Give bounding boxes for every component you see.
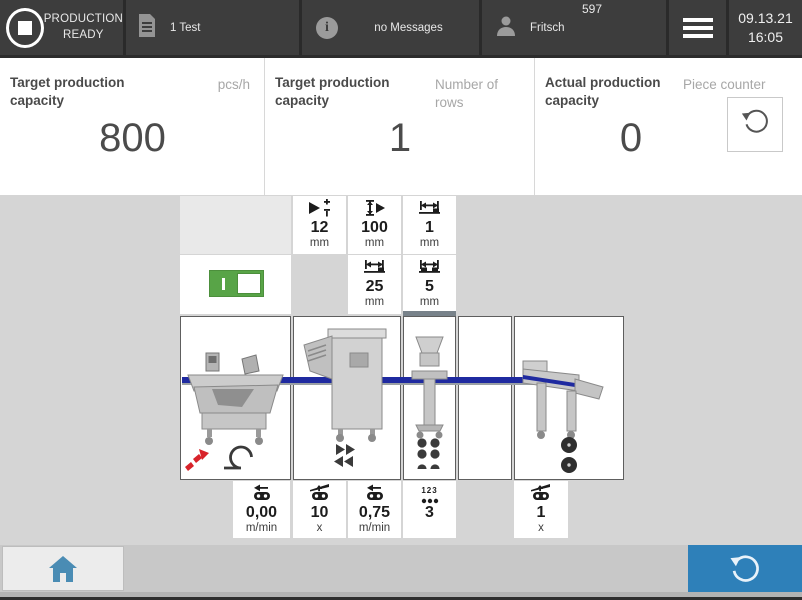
- menu-button[interactable]: [669, 0, 729, 55]
- param-value: 100: [348, 219, 401, 237]
- info-icon: i: [316, 17, 338, 39]
- target-rows-title: Target production capacity: [275, 74, 425, 109]
- param-value: 5: [403, 278, 456, 296]
- param-value: 1: [514, 504, 568, 522]
- transfer-marker-red-icon: [184, 447, 210, 477]
- belt-ramp-icon: [293, 484, 346, 504]
- param-unit: m/min: [233, 522, 290, 535]
- messages-section[interactable]: i no Messages: [302, 0, 482, 55]
- piece-counter-reset-button[interactable]: [727, 97, 783, 152]
- piece-counter-label: Piece counter: [683, 76, 766, 94]
- stop-icon: [18, 21, 32, 35]
- param-value: 25: [348, 278, 401, 296]
- stop-button[interactable]: [6, 8, 44, 48]
- param-unit: mm: [403, 296, 456, 309]
- distance-icon: [348, 199, 401, 219]
- param-row-count[interactable]: 123 3: [403, 481, 456, 538]
- param-value: 1: [403, 219, 456, 237]
- param-width-2[interactable]: 25 mm: [348, 255, 401, 314]
- station-enable-cell: [180, 255, 291, 314]
- belt-ramp-icon: [514, 484, 568, 504]
- width-icon: [403, 199, 456, 219]
- production-status: PRODUCTION READY: [44, 12, 123, 43]
- hmi-screen: PRODUCTION READY 1 Test i no Messages 59…: [0, 0, 802, 600]
- date-label: 09.13.21: [738, 9, 793, 28]
- toggle-knob: [237, 273, 261, 294]
- dough-thickness-icon: [293, 199, 346, 219]
- station-on-toggle[interactable]: [209, 270, 264, 297]
- param-distance[interactable]: 100 mm: [348, 196, 401, 254]
- target-capacity-unit: pcs/h: [218, 76, 250, 94]
- row-count-icon: 123: [403, 484, 456, 504]
- user-icon: [494, 14, 518, 41]
- target-rows-panel: Target production capacity Number of row…: [265, 58, 535, 195]
- param-value: 12: [293, 219, 346, 237]
- param-unit: mm: [293, 237, 346, 250]
- target-capacity-value[interactable]: 800: [0, 110, 265, 166]
- kpi-row: Target production capacity pcs/h 800 Tar…: [0, 58, 802, 195]
- actual-capacity-panel: Actual production capacity Piece counter…: [535, 58, 802, 195]
- recipe-section[interactable]: 1 Test: [126, 0, 302, 55]
- rollers-station-icon: [558, 436, 580, 476]
- moulder-machine-image: [182, 317, 289, 457]
- param-dough-thickness[interactable]: 12 mm: [293, 196, 346, 254]
- reset-counter-icon: [738, 105, 772, 144]
- messages-label: no Messages: [338, 22, 479, 34]
- param-width-3[interactable]: 5 mm: [403, 255, 456, 314]
- param-belt-speed-2[interactable]: 0,75 m/min: [348, 481, 401, 538]
- rounder-machine-image: [404, 317, 455, 457]
- target-capacity-panel: Target production capacity pcs/h 800: [0, 58, 265, 195]
- refresh-icon: [725, 549, 765, 589]
- param-unit: m/min: [348, 522, 401, 535]
- param-value: 0,75: [348, 504, 401, 522]
- param-value: 3: [403, 504, 456, 522]
- station-panel-empty[interactable]: [458, 316, 512, 480]
- home-button[interactable]: [2, 546, 124, 591]
- param-width-1[interactable]: 1 mm: [403, 196, 456, 254]
- user-section[interactable]: 597 Fritsch: [482, 0, 669, 55]
- param-value: 0,00: [233, 504, 290, 522]
- param-belt-speed-1[interactable]: 0,00 m/min: [233, 481, 290, 538]
- actual-capacity-title: Actual production capacity: [545, 74, 695, 109]
- param-value: 10: [293, 504, 346, 522]
- belt-speed-icon: [233, 484, 290, 504]
- rows-station-icon: [415, 438, 445, 472]
- target-rows-unit: Number of rows: [435, 76, 513, 111]
- belt-speed-icon: [348, 484, 401, 504]
- footer-bar: [0, 545, 802, 592]
- target-capacity-title: Target production capacity: [10, 74, 160, 109]
- param-unit: mm: [348, 296, 401, 309]
- status-line2: READY: [44, 28, 123, 44]
- param-unit: mm: [348, 237, 401, 250]
- cutter-station-icon: [332, 443, 366, 469]
- user-name: Fritsch: [530, 22, 565, 34]
- top-bar: PRODUCTION READY 1 Test i no Messages 59…: [0, 0, 802, 58]
- bottom-edge-strip: [0, 592, 802, 600]
- param-unit: mm: [403, 237, 456, 250]
- recipe-label: 1 Test: [170, 22, 200, 34]
- param-unit: x: [514, 522, 568, 535]
- machine-status-section: PRODUCTION READY: [0, 0, 126, 55]
- target-rows-value[interactable]: 1: [265, 110, 535, 166]
- hamburger-icon: [683, 14, 713, 42]
- datetime-display: 09.13.21 16:05: [729, 0, 802, 55]
- cutter-machine-image: [294, 317, 400, 457]
- param-belt-factor-1[interactable]: 10 x: [293, 481, 346, 538]
- param-unit: x: [293, 522, 346, 535]
- curl-station-icon: [220, 437, 260, 475]
- status-line1: PRODUCTION: [44, 12, 123, 28]
- spacer-block: [180, 196, 291, 254]
- document-icon: [136, 13, 158, 42]
- row-count-icon-label: 123: [403, 484, 456, 495]
- refresh-button[interactable]: [688, 545, 802, 592]
- param-belt-factor-2[interactable]: 1 x: [514, 481, 568, 538]
- width-icon: [348, 258, 401, 278]
- width-double-icon: [403, 258, 456, 278]
- time-label: 16:05: [738, 28, 793, 47]
- actual-capacity-value: 0: [535, 110, 727, 166]
- toggle-on-mark: [222, 278, 225, 290]
- home-icon: [48, 555, 78, 583]
